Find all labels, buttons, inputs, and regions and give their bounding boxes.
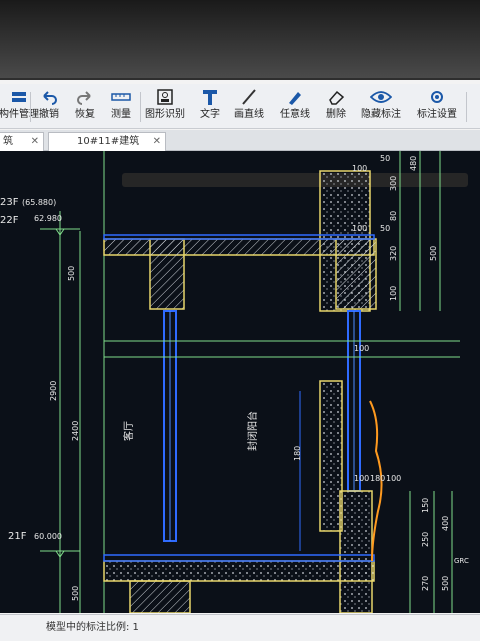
cad-drawing[interactable]: 23F (65.880) 22F 62.980 21F 60.000 500 2… bbox=[0, 151, 480, 613]
text-icon bbox=[203, 90, 217, 105]
undo-icon bbox=[43, 91, 57, 105]
beam-section bbox=[335, 238, 377, 310]
right-dim-label: 80 bbox=[389, 211, 398, 221]
material-label: GRC bbox=[454, 557, 469, 565]
eye-icon bbox=[370, 91, 392, 103]
redo-icon bbox=[77, 91, 91, 105]
annotation-settings-label: 标注设置 bbox=[417, 109, 457, 120]
delete-label: 删除 bbox=[326, 109, 346, 120]
drawing-canvas[interactable]: 23F (65.880) 22F 62.980 21F 60.000 500 2… bbox=[0, 151, 480, 613]
level-elevation: 62.980 bbox=[34, 214, 62, 223]
right-dim-label: 320 bbox=[389, 246, 398, 261]
wall-column bbox=[339, 490, 373, 613]
eraser-icon bbox=[329, 90, 345, 105]
tab-active[interactable]: 10#11#建筑 ✕ bbox=[48, 132, 166, 151]
toolbar: 构件管理 撤销 恢复 测量 图形识别 文字 画直线 任意线 删除 隐藏标注 标注… bbox=[0, 84, 480, 129]
left-dim-label: 2400 bbox=[71, 421, 80, 441]
beam-section bbox=[149, 238, 185, 310]
level-elevation: (65.880) bbox=[22, 198, 56, 207]
shape-recognition-icon bbox=[157, 89, 173, 105]
redo-label: 恢复 bbox=[75, 109, 95, 120]
bottom-dim-label: 180 bbox=[370, 474, 385, 483]
draw-line-label: 画直线 bbox=[234, 109, 264, 120]
toolbar-divider bbox=[140, 92, 141, 122]
app-window: 构件管理 撤销 恢复 测量 图形识别 文字 画直线 任意线 删除 隐藏标注 标注… bbox=[0, 80, 480, 641]
hide-annotation-label: 隐藏标注 bbox=[361, 109, 401, 120]
top-dim-label: 100 bbox=[352, 164, 367, 173]
text-label: 文字 bbox=[200, 109, 220, 120]
document-tab-bar: 筑 ✕ 10#11#建筑 ✕ bbox=[0, 130, 480, 151]
bottom-dim-label: 500 bbox=[441, 576, 450, 591]
bottom-dim-label: 150 bbox=[421, 498, 430, 513]
beam-section bbox=[129, 580, 191, 613]
toolbar-divider bbox=[466, 92, 467, 122]
floor-slab bbox=[103, 560, 375, 582]
right-dim-label: 500 bbox=[429, 246, 438, 261]
status-bar: 模型中的标注比例: 1 bbox=[0, 614, 480, 641]
right-dim-label: 480 bbox=[409, 156, 418, 171]
settings-icon bbox=[431, 91, 443, 103]
top-dim-label: 50 bbox=[380, 154, 390, 163]
annotation-scale-text: 模型中的标注比例: 1 bbox=[46, 622, 139, 633]
left-dim-label: 500 bbox=[67, 266, 76, 281]
right-dim-label: 100 bbox=[354, 344, 369, 353]
delete-button[interactable]: 删除 bbox=[322, 86, 350, 126]
tab-previous[interactable]: 筑 ✕ bbox=[0, 132, 44, 151]
bottom-dim-label: 100 bbox=[386, 474, 401, 483]
level-name: 22F bbox=[0, 215, 19, 226]
redo-button[interactable]: 恢复 bbox=[70, 86, 100, 126]
hide-annotation-button[interactable]: 隐藏标注 bbox=[358, 86, 404, 126]
line-icon bbox=[242, 89, 256, 105]
measure-label: 测量 bbox=[111, 109, 131, 120]
ruler-icon bbox=[111, 93, 131, 101]
shape-recognition-label: 图形识别 bbox=[145, 109, 185, 120]
freehand-line-button[interactable]: 任意线 bbox=[278, 86, 312, 126]
bottom-dim-label: 400 bbox=[441, 516, 450, 531]
wall-column bbox=[319, 380, 343, 532]
draw-line-button[interactable]: 画直线 bbox=[232, 86, 266, 126]
bottom-dim-label: 270 bbox=[421, 576, 430, 591]
right-dim-label: 300 bbox=[389, 176, 398, 191]
wall-outline bbox=[103, 554, 375, 562]
toolbar-divider bbox=[30, 92, 31, 122]
monitor-top-edge bbox=[0, 0, 480, 78]
pen-icon bbox=[289, 92, 301, 105]
room-label: 封闭阳台 bbox=[246, 411, 259, 451]
measure-button[interactable]: 测量 bbox=[106, 86, 136, 126]
level-name: 23F bbox=[0, 197, 19, 208]
shape-recognition-button[interactable]: 图形识别 bbox=[144, 86, 186, 126]
bottom-dim-label: 250 bbox=[421, 532, 430, 547]
level-name: 21F bbox=[8, 531, 27, 542]
bottom-dim-label: 100 bbox=[354, 474, 369, 483]
level-elevation: 60.000 bbox=[34, 532, 62, 541]
left-dim-label: 500 bbox=[71, 586, 80, 601]
left-dim-label: 2900 bbox=[49, 381, 58, 401]
close-icon[interactable]: ✕ bbox=[153, 133, 161, 151]
room-label: 客厅 bbox=[122, 421, 135, 441]
close-icon[interactable]: ✕ bbox=[31, 133, 39, 151]
tab-label: 10#11#建筑 bbox=[77, 136, 140, 147]
text-button[interactable]: 文字 bbox=[196, 86, 224, 126]
tab-label: 筑 bbox=[3, 136, 13, 147]
undo-label: 撤销 bbox=[39, 109, 59, 120]
annotation-settings-button[interactable]: 标注设置 bbox=[414, 86, 460, 126]
top-dim-label: 100 bbox=[352, 224, 367, 233]
dark-overlay-bar bbox=[122, 173, 468, 187]
layers-icon bbox=[12, 92, 26, 102]
misc-dim-label: 180 bbox=[293, 446, 302, 461]
top-dim-label: 50 bbox=[380, 224, 390, 233]
right-dim-label: 100 bbox=[389, 286, 398, 301]
undo-button[interactable]: 撤销 bbox=[34, 86, 64, 126]
freehand-line-label: 任意线 bbox=[280, 109, 310, 120]
